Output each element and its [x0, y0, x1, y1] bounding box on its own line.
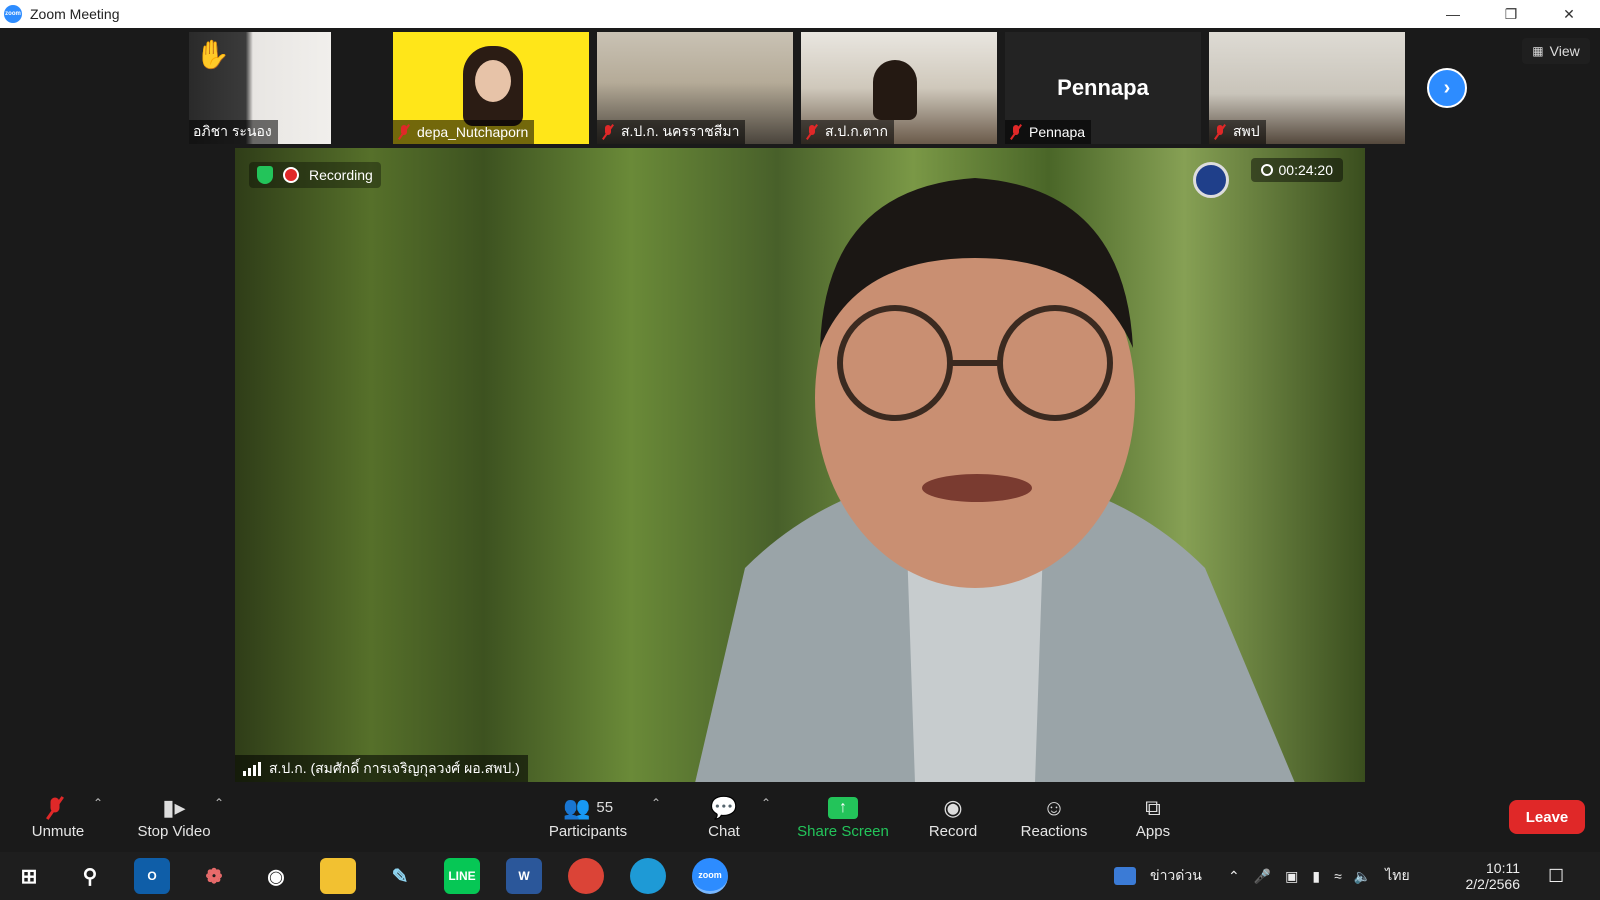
record-button[interactable]: ◉ Record: [920, 782, 986, 850]
notepad-icon[interactable]: ✎: [382, 858, 418, 894]
clock-icon: [1260, 164, 1273, 176]
clock[interactable]: 10:11 2/2/2566: [1454, 852, 1521, 900]
file-explorer-icon[interactable]: [320, 858, 356, 894]
word-icon[interactable]: W: [506, 858, 542, 894]
participants-options-caret[interactable]: ⌃: [651, 796, 661, 810]
video-options-caret[interactable]: ⌃: [214, 796, 224, 810]
zoom-taskbar-icon[interactable]: zoom: [692, 858, 728, 894]
video-camera-icon: ▮▸: [162, 794, 186, 820]
edge-icon[interactable]: [630, 858, 666, 894]
mic-muted-icon: [601, 124, 615, 140]
participant-name: ส.ป.ก.ตาก: [801, 120, 895, 144]
chat-options-caret[interactable]: ⌃: [761, 796, 771, 810]
microphone-muted-icon: [48, 793, 68, 823]
window-titlebar: zoom Zoom Meeting — ❐ ✕: [0, 0, 1600, 28]
apps-icon: ⧉: [1145, 794, 1161, 820]
chat-bubble-icon: 💬: [710, 794, 738, 820]
audio-options-caret[interactable]: ⌃: [93, 796, 103, 810]
participants-count: 55: [596, 799, 614, 816]
unmute-button[interactable]: Unmute: [24, 782, 92, 850]
share-screen-button[interactable]: ↑ Share Screen: [795, 782, 891, 850]
recording-indicator: Recording: [249, 162, 381, 188]
tray-icons: ⌃ 🎤 ▣ ▮ ≈ 🔈 ไทย: [1228, 852, 1410, 900]
leave-button[interactable]: Leave: [1509, 800, 1585, 834]
apps-button[interactable]: ⧉ Apps: [1128, 782, 1178, 850]
notification-icon[interactable]: ☐: [1548, 852, 1564, 900]
grid-icon: ▦: [1532, 44, 1544, 58]
recording-label: Recording: [309, 167, 373, 183]
video-tile[interactable]: ส.ป.ก. นครราชสีมา: [597, 32, 793, 144]
snipping-tool-icon[interactable]: ❁: [196, 858, 232, 894]
mic-muted-icon: [805, 124, 819, 140]
video-tile[interactable]: ✋ อภิชา ระนอง: [189, 32, 331, 144]
outlook-icon[interactable]: O: [134, 858, 170, 894]
participant-name: depa_Nutchaporn: [393, 120, 535, 144]
participant-face: [475, 60, 511, 102]
speaker-name-label: ส.ป.ก. (สมศักดิ์ การเจริญกุลวงศ์ ผอ.สพป.…: [235, 755, 528, 783]
wifi-icon[interactable]: ≈: [1334, 868, 1342, 884]
signal-bars-icon: [243, 762, 261, 776]
participant-name: Pennapa: [1005, 120, 1092, 144]
chevron-up-icon[interactable]: ⌃: [1228, 868, 1240, 885]
mic-muted-icon: [397, 124, 411, 140]
line-app-icon[interactable]: LINE: [444, 858, 480, 894]
news-icon: [1114, 867, 1136, 885]
video-tile[interactable]: depa_Nutchaporn: [393, 32, 589, 144]
speaker-icon[interactable]: 🔈: [1354, 868, 1371, 885]
window-title: Zoom Meeting: [30, 6, 120, 22]
next-page-button[interactable]: ›: [1427, 68, 1467, 108]
meeting-timer: 00:24:20: [1250, 158, 1343, 182]
zoom-app-icon: zoom: [4, 5, 22, 23]
participant-name: ส.ป.ก. นครราชสีมา: [597, 120, 746, 144]
video-tile[interactable]: ส.ป.ก.ตาก: [801, 32, 997, 144]
participant-name: สพป: [1209, 120, 1266, 144]
battery-icon[interactable]: ▮: [1312, 868, 1320, 885]
camera-icon[interactable]: ◉: [258, 858, 294, 894]
shield-icon: [257, 166, 273, 184]
restore-button[interactable]: ❐: [1482, 0, 1540, 28]
windows-taskbar: ⊞ ⚲ O ❁ ◉ ✎ LINE W zoom ข่าวด่วน ⌃ 🎤 ▣ ▮…: [0, 852, 1600, 900]
reactions-button[interactable]: ☺ Reactions: [1014, 782, 1094, 850]
chrome-icon[interactable]: [568, 858, 604, 894]
video-tile[interactable]: Pennapa Pennapa: [1005, 32, 1201, 144]
view-button[interactable]: ▦ View: [1522, 38, 1590, 64]
participant-name: อภิชา ระนอง: [189, 120, 278, 144]
start-windows-icon[interactable]: ⊞: [11, 858, 47, 894]
chevron-right-icon: ›: [1443, 76, 1451, 99]
display-icon[interactable]: ▣: [1285, 868, 1298, 885]
meeting-toolbar: Unmute ⌃ ▮▸ Stop Video ⌃ 👥 55 Participant…: [0, 782, 1600, 850]
mic-muted-icon: [1213, 124, 1227, 140]
minimize-button[interactable]: —: [1424, 0, 1482, 28]
chat-button[interactable]: 💬 Chat: [694, 782, 754, 850]
record-icon: ◉: [943, 794, 963, 820]
video-tile[interactable]: สพป: [1209, 32, 1405, 144]
smiley-icon: ☺: [1042, 794, 1066, 820]
news-widget[interactable]: ข่าวด่วน: [1114, 852, 1202, 900]
active-speaker-video: Recording 00:24:20 ส.ป.ก. (สมศักดิ์ การเ…: [235, 148, 1365, 783]
emblem-icon: [1193, 162, 1229, 198]
close-button[interactable]: ✕: [1540, 0, 1598, 28]
search-icon[interactable]: ⚲: [72, 858, 108, 894]
speaker-figure: [695, 178, 1295, 783]
microphone-icon[interactable]: 🎤: [1254, 868, 1271, 885]
thumbnail-strip: ✋ อภิชา ระนอง depa_Nutchaporn ส.ป.ก. นคร…: [0, 32, 1600, 144]
share-screen-icon: ↑: [828, 796, 858, 819]
participants-icon: 👥: [562, 794, 591, 820]
participants-button[interactable]: 👥 55 Participants: [540, 782, 636, 850]
raised-hand-icon: ✋: [195, 39, 230, 70]
participant-video: [873, 60, 917, 120]
record-dot-icon: [283, 167, 299, 183]
stop-video-button[interactable]: ▮▸ Stop Video: [130, 782, 218, 850]
language-indicator[interactable]: ไทย: [1385, 865, 1409, 887]
mic-muted-icon: [1009, 124, 1023, 140]
